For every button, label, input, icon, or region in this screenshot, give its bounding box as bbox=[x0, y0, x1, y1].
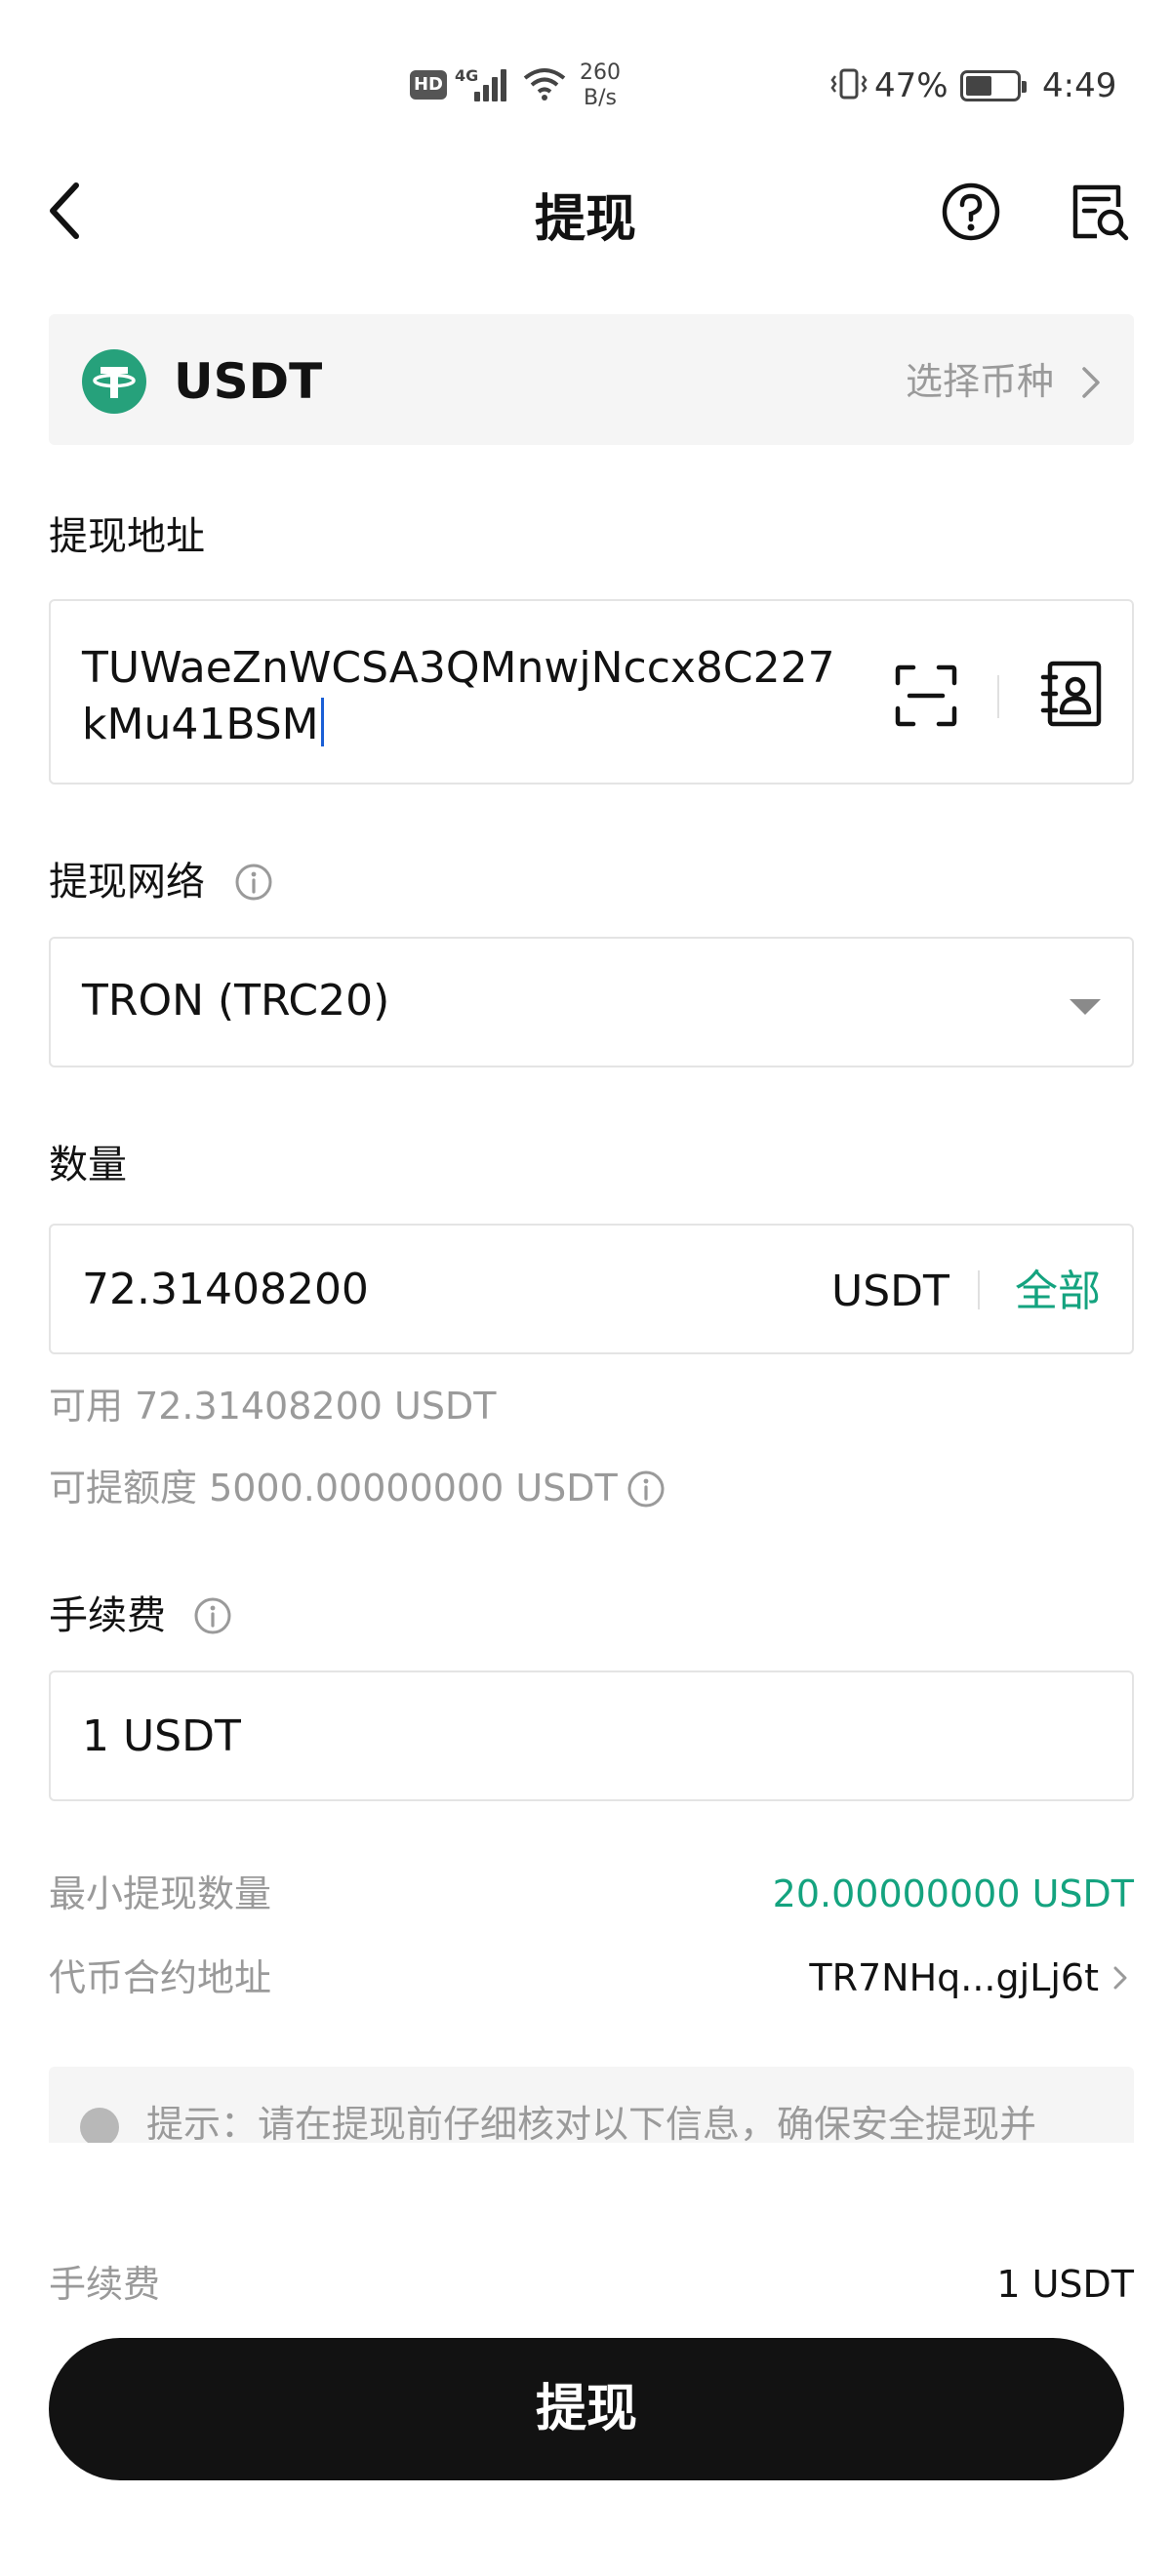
vibrate-icon bbox=[829, 66, 868, 101]
coin-name: USDT bbox=[174, 353, 323, 410]
page-title: 提现 bbox=[534, 190, 636, 249]
clock: 4:49 bbox=[1042, 66, 1117, 105]
help-icon[interactable] bbox=[941, 181, 1001, 242]
divider bbox=[978, 1270, 980, 1309]
info-filled-icon bbox=[80, 2108, 119, 2147]
address-book-icon[interactable] bbox=[1040, 660, 1105, 728]
footer-fee-value: 1 USDT bbox=[996, 2263, 1134, 2306]
address-text: TUWaeZnWCSA3QMnwjNccx8C227kMu41BSM bbox=[82, 643, 835, 749]
contract-address-label: 代币合约地址 bbox=[49, 1956, 272, 1999]
text-caret bbox=[320, 698, 324, 746]
info-icon[interactable] bbox=[234, 863, 273, 902]
fee-value: 1 USDT bbox=[82, 1711, 241, 1761]
amount-unit: USDT bbox=[831, 1267, 949, 1316]
network-value: TRON (TRC20) bbox=[82, 976, 390, 1026]
address-value[interactable]: TUWaeZnWCSA3QMnwjNccx8C227kMu41BSM bbox=[82, 640, 843, 753]
amount-value[interactable]: 72.31408200 bbox=[82, 1261, 369, 1319]
battery-icon bbox=[960, 70, 1027, 101]
max-button[interactable]: 全部 bbox=[1015, 1263, 1101, 1321]
select-coin-label[interactable]: 选择币种 bbox=[839, 357, 1054, 406]
records-icon[interactable] bbox=[1070, 181, 1130, 242]
min-withdraw-value: 20.00000000 USDT bbox=[772, 1872, 1134, 1915]
network-label: 提现网络 bbox=[49, 860, 205, 905]
chevron-right-icon bbox=[1079, 363, 1103, 402]
network-speed: 260 B/s bbox=[578, 60, 623, 111]
usdt-logo-icon bbox=[82, 349, 146, 414]
min-withdraw-label: 最小提现数量 bbox=[49, 1872, 272, 1915]
withdraw-button[interactable]: 提现 bbox=[49, 2338, 1124, 2480]
chevron-right-icon[interactable] bbox=[1110, 1963, 1130, 1992]
withdraw-limit: 可提额度 5000.00000000 USDT bbox=[49, 1467, 618, 1509]
scan-icon[interactable] bbox=[894, 664, 958, 728]
divider bbox=[997, 675, 999, 718]
wifi-icon bbox=[523, 66, 566, 101]
dropdown-arrow-icon bbox=[1068, 995, 1103, 1019]
speed-value: 260 bbox=[580, 60, 621, 85]
info-icon[interactable] bbox=[626, 1469, 666, 1509]
fee-label: 手续费 bbox=[49, 1593, 166, 1638]
footer-fee-label: 手续费 bbox=[49, 2263, 161, 2306]
speed-unit: B/s bbox=[584, 86, 617, 110]
info-icon[interactable] bbox=[193, 1596, 232, 1635]
hd-badge: HD bbox=[410, 70, 447, 100]
back-icon[interactable] bbox=[43, 176, 90, 246]
contract-address-value[interactable]: TR7NHq...gjLj6t bbox=[742, 1952, 1099, 2004]
signal-icon bbox=[474, 68, 509, 101]
address-label: 提现地址 bbox=[49, 514, 205, 559]
available-balance: 可用 72.31408200 USDT bbox=[49, 1385, 497, 1428]
battery-percent: 47% bbox=[874, 66, 949, 105]
amount-label: 数量 bbox=[49, 1143, 127, 1187]
